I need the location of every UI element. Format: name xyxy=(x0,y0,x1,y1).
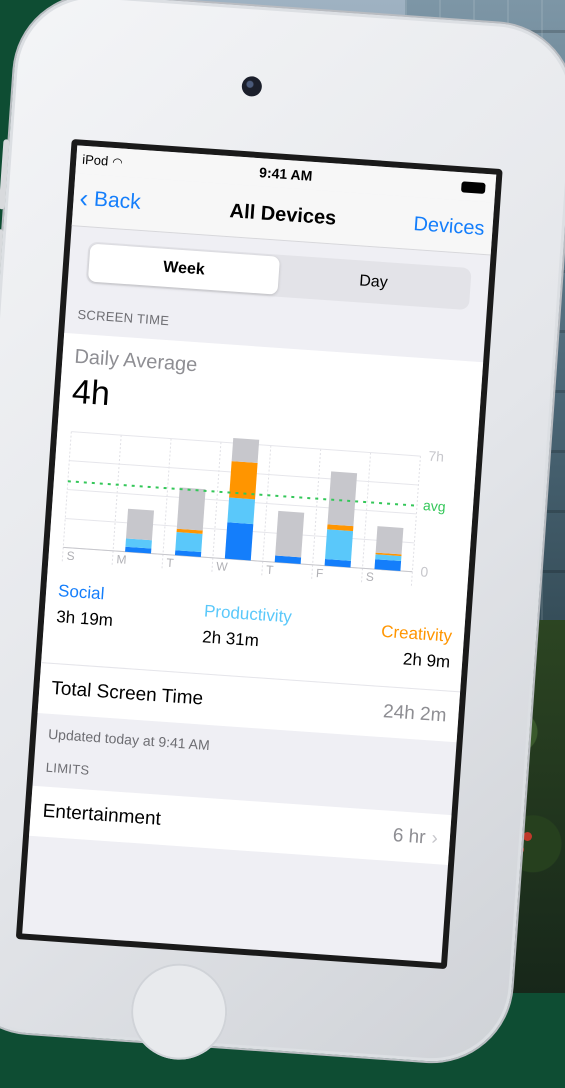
y-tick-label: 7h xyxy=(428,448,445,465)
bar-segment xyxy=(375,526,404,555)
total-screen-time-value: 24h 2m xyxy=(382,701,448,727)
grid-vline xyxy=(161,438,172,569)
limit-entertainment-value-wrap: 6 hr › xyxy=(392,825,439,850)
bar-segment xyxy=(374,559,402,571)
screen-time-card[interactable]: Daily Average 4h S M T W T F Savg 0 7h Social 3h… xyxy=(41,332,484,692)
bar-segment xyxy=(125,508,155,541)
bar-segment xyxy=(231,437,260,463)
legend-productivity-name: Productivity xyxy=(203,601,293,627)
legend-social-name: Social xyxy=(57,581,106,604)
grid-vline xyxy=(261,445,272,576)
usage-chart-svg: S M T W T F Savg 0 7h xyxy=(61,431,446,586)
bar-segment xyxy=(224,522,254,561)
y-tick-label: 0 xyxy=(420,563,429,580)
legend-creativity-name: Creativity xyxy=(380,621,453,646)
x-tick-label: S xyxy=(66,549,75,564)
limit-entertainment-label: Entertainment xyxy=(42,800,162,830)
grid-vline xyxy=(61,431,72,562)
grid-vline xyxy=(211,442,222,572)
bar-segment xyxy=(325,529,354,561)
grid-vline xyxy=(311,449,322,579)
legend-social-value: 3h 19m xyxy=(55,607,114,630)
bar-segment xyxy=(175,532,203,553)
legend-creativity: Creativity 2h 9m xyxy=(379,622,453,673)
x-tick-label: T xyxy=(266,563,275,578)
battery-icon xyxy=(460,181,486,194)
total-screen-time-label: Total Screen Time xyxy=(50,677,204,710)
bar-segment xyxy=(227,497,256,525)
x-tick-label: M xyxy=(116,552,127,567)
grid-vline xyxy=(111,435,122,565)
segment-week[interactable]: Week xyxy=(87,243,281,295)
limit-entertainment-value: 6 hr xyxy=(392,825,427,849)
average-label: avg xyxy=(422,497,446,515)
devices-button[interactable]: Devices xyxy=(413,213,486,241)
bar-segment xyxy=(176,487,206,531)
legend-productivity: Productivity 2h 31m xyxy=(201,601,293,661)
segmented-control: Week Day xyxy=(85,241,472,311)
segment-day[interactable]: Day xyxy=(277,257,469,308)
legend-social: Social 3h 19m xyxy=(54,581,115,649)
ipod-device: iPod ◠ 9:41 AM ‹ Back All Devices Devices… xyxy=(0,0,565,1088)
x-tick-label: W xyxy=(216,559,229,574)
grid-vline xyxy=(361,452,372,583)
bar-segment xyxy=(275,510,305,558)
usage-chart: S M T W T F Savg 0 7h xyxy=(59,418,465,605)
chevron-right-icon: › xyxy=(430,827,439,850)
device-screen: iPod ◠ 9:41 AM ‹ Back All Devices Devices… xyxy=(15,138,503,970)
legend-productivity-value: 2h 31m xyxy=(201,627,260,651)
x-tick-label: T xyxy=(166,556,175,571)
x-tick-label: F xyxy=(316,566,324,580)
legend-creativity-value: 2h 9m xyxy=(402,649,451,672)
grid-vline xyxy=(410,456,421,586)
x-tick-label: S xyxy=(365,570,374,585)
